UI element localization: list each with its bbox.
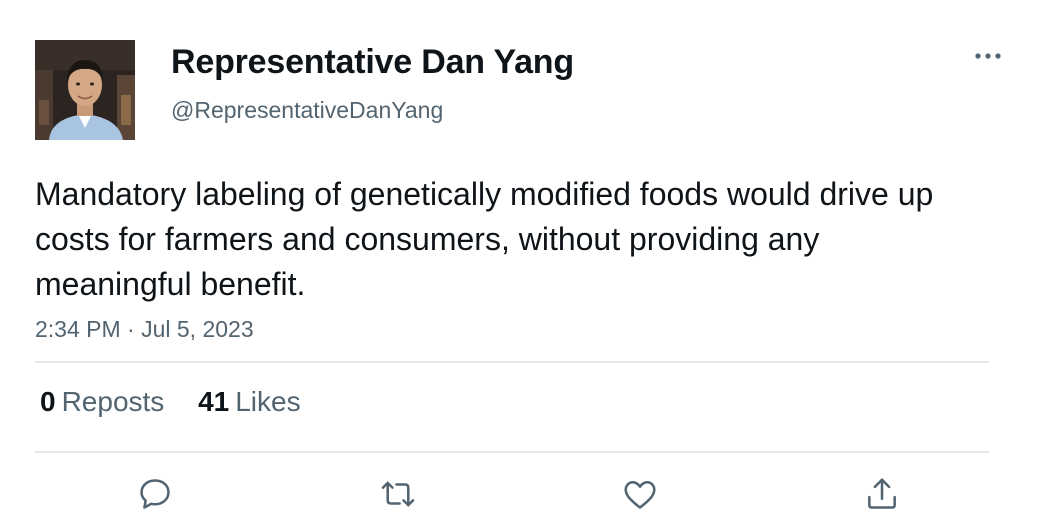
reposts-label: Reposts [61, 386, 165, 417]
reposts-count: 0 [40, 386, 56, 417]
reposts-stat[interactable]: 0 Reposts [40, 386, 164, 418]
author-handle[interactable]: @RepresentativeDanYang [171, 97, 443, 124]
likes-stat[interactable]: 41 Likes [198, 386, 301, 418]
likes-label: Likes [235, 386, 301, 417]
divider [35, 451, 989, 453]
tweet-stats: 0 Reposts 41 Likes [40, 386, 327, 418]
repost-icon[interactable] [378, 474, 418, 514]
tweet-text: Mandatory labeling of genetically modifi… [35, 176, 934, 302]
share-icon[interactable] [862, 474, 902, 514]
like-icon[interactable] [620, 474, 660, 514]
reply-icon[interactable] [135, 474, 175, 514]
divider [35, 361, 989, 363]
tweet-timestamp[interactable]: 2:34 PM · Jul 5, 2023 [35, 316, 254, 343]
likes-count: 41 [198, 386, 230, 417]
author-display-name[interactable]: Representative Dan Yang [171, 43, 574, 82]
more-options-icon[interactable] [972, 44, 1004, 68]
profile-photo-icon [35, 40, 135, 140]
avatar[interactable] [35, 40, 135, 140]
